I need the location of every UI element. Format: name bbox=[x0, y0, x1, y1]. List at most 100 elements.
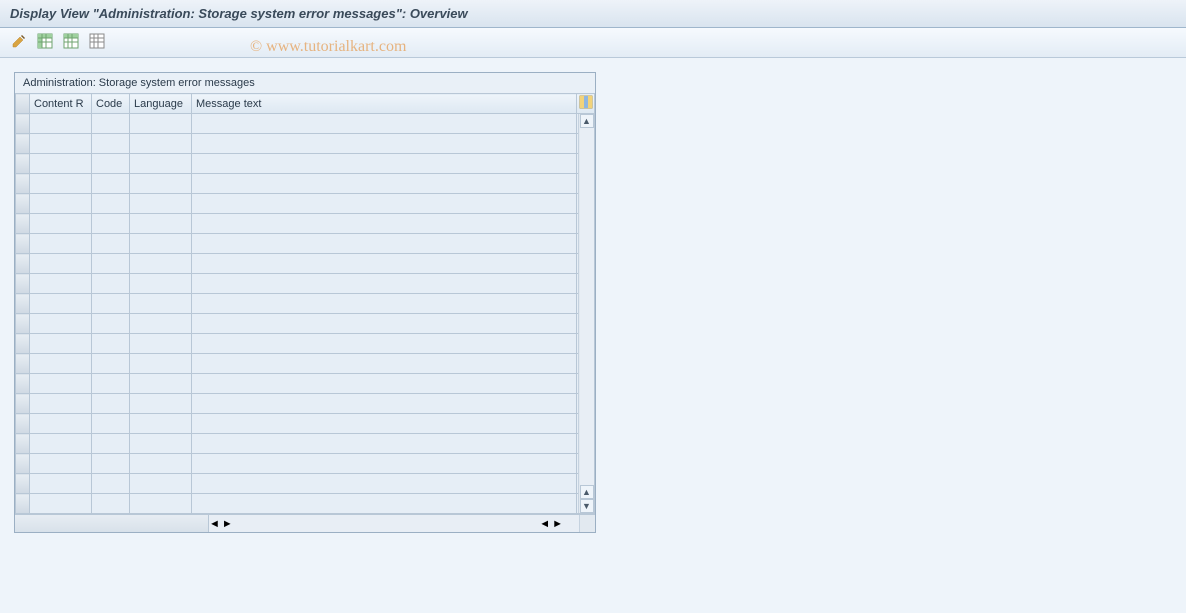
table-row[interactable] bbox=[16, 374, 595, 394]
row-selector[interactable] bbox=[16, 154, 30, 174]
cell[interactable] bbox=[92, 174, 130, 194]
cell[interactable] bbox=[92, 334, 130, 354]
cell[interactable] bbox=[92, 134, 130, 154]
table-row[interactable] bbox=[16, 494, 595, 514]
cell[interactable] bbox=[192, 474, 577, 494]
cell[interactable] bbox=[192, 354, 577, 374]
table-row[interactable] bbox=[16, 354, 595, 374]
cell[interactable] bbox=[192, 374, 577, 394]
cell[interactable] bbox=[130, 314, 192, 334]
cell[interactable] bbox=[92, 474, 130, 494]
hscroll-left-arrow2-icon[interactable]: ◄ bbox=[539, 518, 550, 530]
cell[interactable] bbox=[130, 194, 192, 214]
table-row[interactable] bbox=[16, 314, 595, 334]
cell[interactable] bbox=[192, 414, 577, 434]
cell[interactable] bbox=[130, 414, 192, 434]
row-selector[interactable] bbox=[16, 434, 30, 454]
table-row[interactable] bbox=[16, 234, 595, 254]
cell[interactable] bbox=[130, 474, 192, 494]
vertical-scrollbar[interactable]: ▲ ▲ ▼ bbox=[578, 114, 594, 513]
row-selector[interactable] bbox=[16, 194, 30, 214]
cell[interactable] bbox=[192, 334, 577, 354]
cell[interactable] bbox=[192, 234, 577, 254]
toolbar-deselect-all-button[interactable] bbox=[86, 32, 108, 54]
cell[interactable] bbox=[192, 294, 577, 314]
scroll-up-arrow-icon[interactable]: ▲ bbox=[580, 114, 594, 128]
cell[interactable] bbox=[192, 174, 577, 194]
cell[interactable] bbox=[192, 134, 577, 154]
cell[interactable] bbox=[92, 234, 130, 254]
cell[interactable] bbox=[192, 434, 577, 454]
row-selector[interactable] bbox=[16, 414, 30, 434]
cell[interactable] bbox=[130, 234, 192, 254]
vscroll-track[interactable] bbox=[580, 128, 594, 485]
hscroll-left-arrow-icon[interactable]: ◄ bbox=[209, 518, 220, 530]
cell[interactable] bbox=[30, 254, 92, 274]
cell[interactable] bbox=[30, 274, 92, 294]
horizontal-scrollbar[interactable]: ◄ ► ◄ ► bbox=[209, 515, 579, 532]
toolbar-change-button[interactable] bbox=[8, 32, 30, 54]
table-row[interactable] bbox=[16, 394, 595, 414]
cell[interactable] bbox=[30, 214, 92, 234]
table-row[interactable] bbox=[16, 174, 595, 194]
table-row[interactable] bbox=[16, 194, 595, 214]
cell[interactable] bbox=[30, 494, 92, 514]
cell[interactable] bbox=[192, 214, 577, 234]
cell[interactable] bbox=[130, 374, 192, 394]
col-header-content-r[interactable]: Content R bbox=[30, 94, 92, 114]
toolbar-select-block-button[interactable] bbox=[60, 32, 82, 54]
cell[interactable] bbox=[30, 234, 92, 254]
table-row[interactable] bbox=[16, 114, 595, 134]
cell[interactable] bbox=[130, 254, 192, 274]
cell[interactable] bbox=[192, 194, 577, 214]
row-selector[interactable] bbox=[16, 274, 30, 294]
cell[interactable] bbox=[30, 174, 92, 194]
cell[interactable] bbox=[130, 394, 192, 414]
row-selector[interactable] bbox=[16, 374, 30, 394]
row-selector[interactable] bbox=[16, 214, 30, 234]
cell[interactable] bbox=[130, 114, 192, 134]
cell[interactable] bbox=[92, 154, 130, 174]
cell[interactable] bbox=[192, 494, 577, 514]
cell[interactable] bbox=[30, 194, 92, 214]
cell[interactable] bbox=[92, 314, 130, 334]
toolbar-select-all-button[interactable] bbox=[34, 32, 56, 54]
cell[interactable] bbox=[92, 374, 130, 394]
cell[interactable] bbox=[30, 374, 92, 394]
cell[interactable] bbox=[92, 354, 130, 374]
table-row[interactable] bbox=[16, 134, 595, 154]
scroll-down-arrow-icon[interactable]: ▼ bbox=[580, 499, 594, 513]
row-selector[interactable] bbox=[16, 174, 30, 194]
row-selector[interactable] bbox=[16, 294, 30, 314]
col-header-message[interactable]: Message text bbox=[192, 94, 577, 114]
cell[interactable] bbox=[192, 154, 577, 174]
table-row[interactable] bbox=[16, 154, 595, 174]
col-header-config[interactable] bbox=[577, 94, 595, 114]
table-row[interactable] bbox=[16, 334, 595, 354]
cell[interactable] bbox=[130, 174, 192, 194]
cell[interactable] bbox=[92, 194, 130, 214]
cell[interactable] bbox=[130, 134, 192, 154]
cell[interactable] bbox=[192, 454, 577, 474]
cell[interactable] bbox=[30, 354, 92, 374]
cell[interactable] bbox=[130, 154, 192, 174]
cell[interactable] bbox=[92, 274, 130, 294]
row-selector[interactable] bbox=[16, 234, 30, 254]
cell[interactable] bbox=[92, 454, 130, 474]
cell[interactable] bbox=[30, 334, 92, 354]
cell[interactable] bbox=[30, 474, 92, 494]
table-row[interactable] bbox=[16, 414, 595, 434]
cell[interactable] bbox=[30, 434, 92, 454]
row-selector[interactable] bbox=[16, 394, 30, 414]
cell[interactable] bbox=[192, 314, 577, 334]
row-selector[interactable] bbox=[16, 494, 30, 514]
cell[interactable] bbox=[30, 154, 92, 174]
row-selector[interactable] bbox=[16, 114, 30, 134]
cell[interactable] bbox=[92, 114, 130, 134]
table-row[interactable] bbox=[16, 254, 595, 274]
table-row[interactable] bbox=[16, 274, 595, 294]
row-selector[interactable] bbox=[16, 254, 30, 274]
cell[interactable] bbox=[130, 454, 192, 474]
cell[interactable] bbox=[130, 434, 192, 454]
cell[interactable] bbox=[30, 314, 92, 334]
